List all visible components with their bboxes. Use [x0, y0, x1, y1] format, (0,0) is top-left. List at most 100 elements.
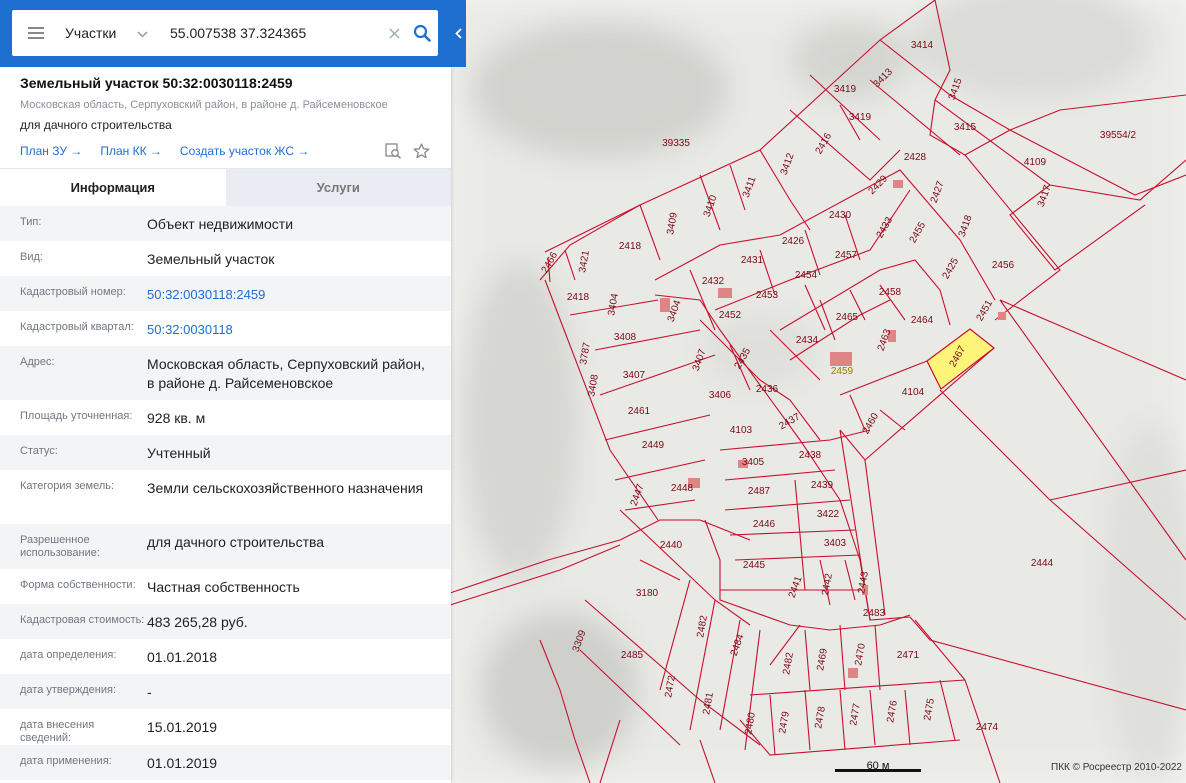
parcel-label[interactable]: 2428: [904, 152, 927, 163]
parcel-label[interactable]: 2449: [642, 440, 665, 451]
menu-icon[interactable]: [12, 10, 60, 56]
info-row-label: Форма собственности:: [20, 579, 136, 591]
parcel-label[interactable]: 2445: [743, 560, 766, 571]
info-row: Вид: Земельный участок: [0, 241, 451, 276]
building: [848, 668, 858, 678]
parcel-label[interactable]: 4103: [730, 425, 753, 436]
info-row-value: для дачного строительства: [147, 534, 325, 550]
info-row-label: Кадастровый квартал:: [20, 321, 134, 333]
parcel-label[interactable]: 2440: [660, 540, 683, 551]
tab-services[interactable]: Услуги: [225, 169, 451, 206]
info-row-value: Учтенный: [147, 445, 211, 461]
parcel-label[interactable]: 2418: [619, 241, 642, 252]
plan-kk-link[interactable]: План КК →: [100, 144, 162, 158]
info-row-label: дата утверждения:: [20, 684, 117, 696]
info-row-value: 01.01.2018: [147, 649, 218, 665]
parcel-label[interactable]: 2465: [836, 312, 859, 323]
parcel-label[interactable]: 2430: [829, 210, 852, 221]
info-row-label: Адрес:: [20, 356, 55, 368]
parcel-label[interactable]: 2485: [621, 650, 644, 661]
parcel-label[interactable]: 3422: [817, 509, 840, 520]
parcel-label[interactable]: 3406: [709, 390, 732, 401]
parcel-label[interactable]: 2456: [992, 260, 1015, 271]
search-type-select[interactable]: Участки: [60, 25, 156, 41]
parcel-label[interactable]: 2444: [1031, 558, 1054, 569]
parcel-label[interactable]: 3408: [614, 332, 637, 343]
parcel-label[interactable]: 39335: [662, 138, 690, 149]
info-row: Форма собственности: Частная собственност…: [0, 569, 451, 604]
info-row: Статус: Учтенный: [0, 435, 451, 470]
info-row-label: Кадастровый номер:: [20, 286, 126, 298]
parcel-label[interactable]: 2459: [831, 366, 854, 377]
collapse-sidebar-button[interactable]: [451, 0, 466, 67]
chevron-left-icon: [455, 28, 462, 39]
parcel-label[interactable]: 2438: [799, 450, 822, 461]
info-row-value: Земельный участок: [147, 251, 275, 267]
search-icon[interactable]: [406, 10, 438, 56]
star-icon[interactable]: [411, 141, 431, 161]
parcel-address: Московская область, Серпуховский район, …: [20, 99, 388, 111]
parcel-label[interactable]: 2471: [897, 650, 920, 661]
info-row-label: Статус:: [20, 445, 58, 457]
info-row-label: Тип:: [20, 216, 42, 228]
parcel-label[interactable]: 2439: [811, 480, 834, 491]
parcel-label[interactable]: 2432: [702, 276, 725, 287]
find-on-map-icon[interactable]: [383, 141, 403, 161]
parcel-label[interactable]: 2448: [671, 483, 694, 494]
info-table: Тип: Объект недвижимости Вид: Земельный уча…: [0, 206, 451, 780]
parcel-label[interactable]: 2452: [719, 310, 742, 321]
map-copyright: ПКК © Росреестр 2010-2022: [1051, 762, 1182, 773]
info-row-label: Разрешенное использование:: [20, 534, 100, 559]
search-input[interactable]: [156, 18, 382, 48]
parcel-label[interactable]: 2434: [796, 335, 819, 346]
parcel-label[interactable]: 2483: [863, 608, 886, 619]
building: [893, 180, 903, 188]
info-row: Кадастровый номер: 50:32:0030118:2459: [0, 276, 451, 311]
info-row-value: -: [147, 684, 152, 700]
parcel-label[interactable]: 3414: [911, 40, 934, 51]
parcel-label[interactable]: 3407: [623, 370, 646, 381]
info-row-link[interactable]: 50:32:0030118:2459: [147, 285, 451, 304]
parcel-label[interactable]: 2436: [756, 384, 779, 395]
parcel-label[interactable]: 2464: [911, 315, 934, 326]
parcel-label[interactable]: 2474: [976, 722, 999, 733]
info-row-value: Частная собственность: [147, 579, 300, 595]
parcel-label[interactable]: 2418: [567, 292, 590, 303]
parcel-label[interactable]: 2454: [795, 270, 818, 281]
parcel-label[interactable]: 2453: [756, 290, 779, 301]
close-icon[interactable]: [382, 23, 406, 44]
parcel-label[interactable]: 4109: [1024, 157, 1047, 168]
parcel-label[interactable]: 2487: [748, 486, 771, 497]
parcel-label[interactable]: 3415: [954, 122, 977, 133]
info-row: Кадастровый квартал: 50:32:0030118: [0, 311, 451, 346]
parcel-label[interactable]: 2446: [753, 519, 776, 530]
parcel-purpose: для дачного строительства: [20, 118, 172, 132]
parcel-label[interactable]: 3403: [824, 538, 847, 549]
parcel-label[interactable]: 4104: [902, 387, 925, 398]
parcel-label[interactable]: 2431: [741, 255, 764, 266]
parcel-label[interactable]: 3180: [636, 588, 659, 599]
scale-line: [835, 769, 921, 772]
search-type-label: Участки: [65, 25, 117, 41]
parcel-label[interactable]: 3405: [742, 457, 765, 468]
info-row-label: Вид:: [20, 251, 43, 263]
info-row: дата применения: 01.01.2019: [0, 745, 451, 780]
create-parcel-link[interactable]: Создать участок ЖС →: [180, 144, 309, 158]
info-row-value: 01.01.2019: [147, 755, 218, 771]
info-row-value: Московская область, Серпуховский район, …: [147, 356, 425, 391]
parcel-label[interactable]: 39554/2: [1100, 130, 1137, 141]
parcel-label[interactable]: 3419: [849, 112, 872, 123]
parcel-title: Земельный участок 50:32:0030118:2459: [20, 75, 293, 91]
parcel-label[interactable]: 3419: [834, 84, 857, 95]
parcel-label[interactable]: 2457: [835, 250, 858, 261]
plan-zu-link[interactable]: План ЗУ →: [20, 144, 82, 158]
info-row-value: Земли сельскохозяйственного назначения: [147, 480, 424, 496]
scale-bar: 60 м: [835, 760, 921, 772]
search-box: Участки: [12, 10, 438, 56]
parcel-label[interactable]: 2426: [782, 236, 805, 247]
parcel-label[interactable]: 2458: [879, 287, 902, 298]
info-row-link[interactable]: 50:32:0030118: [147, 320, 451, 339]
tab-info[interactable]: Информация: [0, 169, 226, 206]
parcel-label[interactable]: 2461: [628, 406, 651, 417]
info-tabs: Информация Услуги: [0, 168, 451, 206]
